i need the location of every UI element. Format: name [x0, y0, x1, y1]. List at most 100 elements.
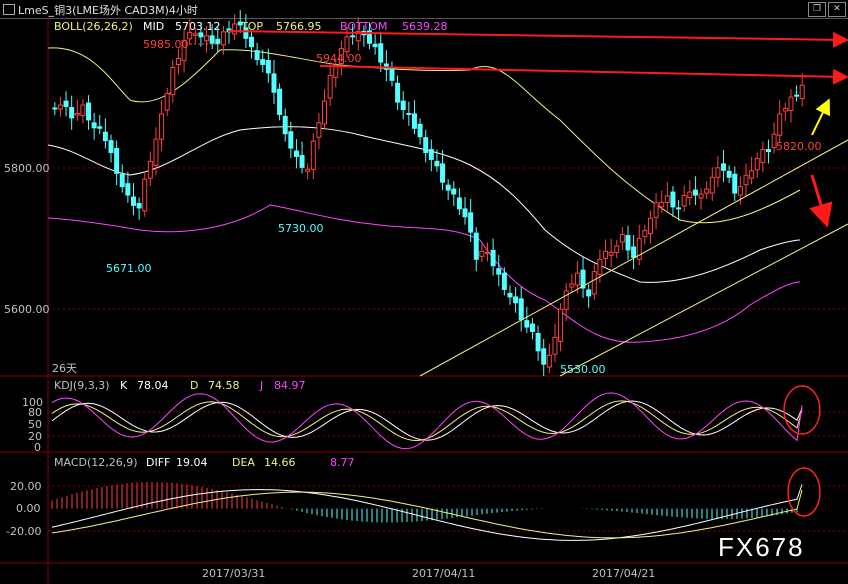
candle-body — [372, 43, 378, 48]
candle-body — [479, 250, 485, 257]
candle-body — [97, 126, 103, 129]
candle-body — [130, 196, 136, 206]
kdj-k-value: 78.04 — [137, 379, 169, 392]
candle-body — [721, 163, 727, 171]
y-tick-label: 5800.00 — [4, 162, 50, 175]
candle-body — [322, 100, 328, 125]
candle-body — [468, 212, 474, 233]
candle-body — [136, 202, 142, 209]
candle-body — [647, 217, 653, 235]
annotation-5671: 5671.00 — [106, 262, 152, 275]
candle-body — [513, 296, 519, 304]
macd-dea-value: 14.66 — [264, 456, 296, 469]
candle-body — [164, 93, 170, 111]
macd-dea-label: DEA — [232, 456, 255, 469]
macd-diff-label: DIFF — [146, 456, 170, 469]
kdj-y-tick: 0 — [34, 441, 41, 454]
candle-body — [541, 348, 547, 365]
candle-body — [574, 272, 580, 286]
candle-body — [277, 88, 283, 115]
candle-body — [209, 35, 215, 44]
candle-body — [642, 230, 648, 238]
candle-body — [175, 58, 181, 65]
kdj-j-label: J — [259, 379, 263, 392]
candle-body — [440, 163, 446, 183]
candle-body — [777, 113, 783, 136]
candle-body — [102, 131, 108, 142]
candle-body — [670, 191, 676, 208]
candle-body — [248, 36, 254, 48]
candle-body — [80, 104, 86, 116]
candle-body — [737, 186, 743, 196]
annotation-5944: 5944.00 — [316, 52, 362, 65]
candle-body — [664, 195, 670, 203]
macd-diff-value: 19.04 — [176, 456, 208, 469]
macd-highlight-circle — [787, 467, 821, 517]
candle-body — [400, 100, 406, 110]
candle-body — [496, 268, 502, 275]
candle-body — [220, 31, 226, 46]
candle-body — [204, 35, 210, 42]
kdj-lines — [51, 392, 803, 450]
chart-svg: 5800.00 5600.00 BOLL(26,26,2) MID 5703.1… — [0, 10, 848, 584]
candle-body — [52, 107, 58, 110]
candle-body — [687, 191, 693, 199]
candle-body — [726, 170, 732, 178]
candle-body — [603, 250, 609, 259]
kdj-j-value: 84.97 — [274, 379, 306, 392]
kdj-header: KDJ(9,3,3) — [54, 379, 110, 392]
channel-lower-line — [559, 223, 848, 377]
macd-histogram — [51, 482, 803, 541]
candle-body — [709, 176, 715, 194]
candle-body — [350, 35, 356, 38]
macd-y-tick: 20.00 — [10, 480, 42, 493]
candle-body — [434, 160, 440, 167]
candle-body — [760, 149, 766, 163]
kdj-k-label: K — [120, 379, 128, 392]
candle-body — [608, 251, 614, 256]
candle-body — [57, 104, 63, 110]
x-tick-label: 2017/03/31 — [202, 567, 265, 580]
candle-body — [535, 332, 541, 352]
watermark: FX678 — [718, 532, 805, 562]
annotation-5985: 5985.00 — [143, 38, 189, 51]
candle-body — [125, 183, 131, 196]
candle-body — [310, 140, 316, 170]
candle-body — [389, 66, 395, 81]
candle-body — [327, 74, 333, 99]
candle-body — [119, 173, 125, 188]
candle-body — [563, 290, 569, 310]
candle-body — [518, 298, 524, 321]
candle-body — [659, 201, 665, 208]
boll-period-label: 26天 — [52, 362, 77, 375]
macd-y-tick: 0.00 — [16, 502, 41, 515]
candle-body — [153, 138, 159, 166]
candle-body — [462, 208, 468, 218]
candle-body — [114, 148, 120, 174]
candle-body — [254, 50, 260, 61]
candle-body — [74, 112, 80, 116]
candle-body — [260, 59, 266, 66]
candles-group — [52, 10, 805, 376]
candle-body — [63, 100, 69, 108]
candle-body — [529, 323, 535, 333]
candle-body — [232, 23, 238, 35]
annotation-5820: 5820.00 — [776, 140, 822, 153]
candle-body — [788, 96, 794, 111]
boll-mid-label: MID — [143, 20, 164, 33]
candle-body — [524, 320, 530, 328]
candle-body — [794, 94, 800, 97]
candle-body — [417, 123, 423, 138]
y-tick-label: 5600.00 — [4, 303, 50, 316]
candle-body — [411, 113, 417, 129]
candle-body — [192, 33, 198, 36]
macd-y-tick: -20.00 — [6, 525, 41, 538]
boll-mid-value: 5703.12 — [175, 20, 221, 33]
chart-window: LmeS_铜3(LME场外 CAD3M)4小时 ❐ ✕ 5800.00 5600… — [0, 0, 848, 584]
kdj-d-label: D — [190, 379, 198, 392]
candle-body — [732, 173, 738, 194]
kdj-d-value: 74.58 — [208, 379, 240, 392]
candle-body — [743, 174, 749, 186]
annotation-5530: 5530.00 — [560, 363, 606, 376]
candle-body — [91, 122, 97, 129]
